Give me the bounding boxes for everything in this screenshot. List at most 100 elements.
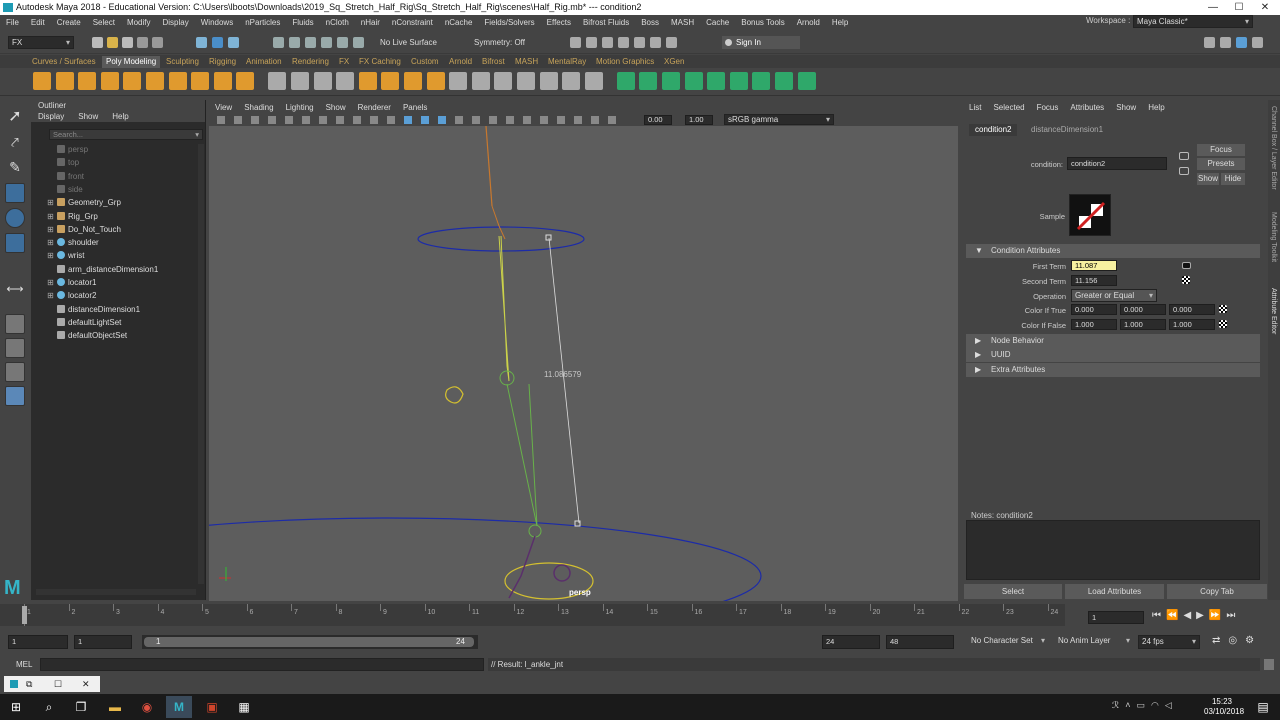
select-tool-icon[interactable]: ➚ xyxy=(5,108,25,128)
go-input-icon[interactable] xyxy=(1179,152,1189,160)
extrude-icon[interactable] xyxy=(358,72,377,90)
menu-arnold[interactable]: Arnold xyxy=(791,18,826,27)
command-input[interactable] xyxy=(40,658,484,671)
ae-select-button[interactable]: Select xyxy=(964,584,1062,599)
outliner-item-front[interactable]: front xyxy=(46,170,84,183)
shelf-tab-arnold[interactable]: Arnold xyxy=(445,56,476,68)
anim-start-field[interactable]: 1 xyxy=(74,635,132,649)
viewport-3d[interactable]: 11.086579 persp xyxy=(209,126,958,601)
ae-menu-attributes[interactable]: Attributes xyxy=(1064,103,1110,112)
first-term-connection-icon[interactable] xyxy=(1182,262,1191,269)
ae-menu-help[interactable]: Help xyxy=(1142,103,1170,112)
elbow-joint[interactable] xyxy=(499,370,515,386)
color-if-true-map-icon[interactable] xyxy=(1219,305,1227,313)
lasso-tool-icon[interactable]: ⤤ xyxy=(5,133,25,153)
render-setup-icon[interactable] xyxy=(634,37,645,48)
safe-action-icon[interactable] xyxy=(370,116,378,124)
gate-mask-icon[interactable] xyxy=(336,116,344,124)
xray-comp-icon[interactable] xyxy=(608,116,616,124)
viewport-menu-view[interactable]: View xyxy=(209,103,238,112)
color-if-false-b-field[interactable]: 1.000 xyxy=(1169,319,1215,330)
go-output-icon[interactable] xyxy=(1179,167,1189,175)
taskbar-search-icon[interactable]: ⌕ xyxy=(36,696,62,718)
exposure-field[interactable]: 0.00 xyxy=(644,115,672,125)
floating-restore-icon[interactable]: ⧉ xyxy=(26,676,32,692)
upper-arm-bone[interactable] xyxy=(498,235,510,382)
menu-effects[interactable]: Effects xyxy=(541,18,577,27)
four-view-layout-icon[interactable] xyxy=(5,338,25,358)
spherical-map-icon[interactable] xyxy=(684,72,703,90)
select-object-icon[interactable] xyxy=(212,37,223,48)
outliner-menu-help[interactable]: Help xyxy=(105,111,135,122)
planar-map-icon[interactable] xyxy=(639,72,658,90)
wireframe-icon[interactable] xyxy=(404,116,412,124)
menu-help[interactable]: Help xyxy=(826,18,854,27)
select-component-icon[interactable] xyxy=(228,37,239,48)
ao-icon[interactable] xyxy=(506,116,514,124)
collapse-icon[interactable] xyxy=(584,72,603,90)
windows-start-icon[interactable]: ⊞ xyxy=(3,696,29,718)
file-explorer-icon[interactable]: ▬ xyxy=(102,696,128,718)
merge-icon[interactable] xyxy=(562,72,581,90)
color-if-false-r-field[interactable]: 1.000 xyxy=(1071,319,1117,330)
camera-attr-icon[interactable] xyxy=(234,116,242,124)
distance-dimension-line[interactable] xyxy=(548,237,580,524)
symmetry-label[interactable]: Symmetry: Off xyxy=(474,38,525,47)
second-term-field[interactable]: 11.156 xyxy=(1071,275,1117,286)
shelf-tab-mash[interactable]: MASH xyxy=(511,56,542,68)
outliner-item-geometry-grp[interactable]: ⊞ Geometry_Grp xyxy=(46,196,121,209)
torus-icon[interactable] xyxy=(123,72,142,90)
scale-tool-icon[interactable] xyxy=(5,233,25,253)
shelf-tab-sculpting[interactable]: Sculpting xyxy=(162,56,203,68)
floating-maximize-icon[interactable]: ☐ xyxy=(54,676,62,692)
clock[interactable]: 15:23 03/10/2018 xyxy=(1204,697,1244,717)
time-slider-track[interactable]: 1 2 3 4 5 6 7 8 9 10 11 12 13 14 15 16 17 18 19 20 21 22 23 24 xyxy=(0,604,1065,626)
shelf-tab-fx[interactable]: FX xyxy=(335,56,353,68)
outliner-item-locator2[interactable]: ⊞ locator2 xyxy=(46,289,96,302)
quad-draw-icon[interactable] xyxy=(517,72,535,90)
forearm-bone[interactable] xyxy=(506,383,538,527)
pause-viewport-icon[interactable] xyxy=(666,37,677,48)
redo-icon[interactable] xyxy=(152,37,163,48)
script-editor-icon[interactable] xyxy=(1264,659,1274,670)
preferences-icon[interactable]: ⚙ xyxy=(1245,635,1262,646)
cylinder-icon[interactable] xyxy=(78,72,97,90)
calculator-icon[interactable]: ▦ xyxy=(231,696,257,718)
viewport-menu-show[interactable]: Show xyxy=(320,103,352,112)
cylindrical-map-icon[interactable] xyxy=(662,72,680,90)
cone-icon[interactable] xyxy=(100,72,119,90)
outliner-item-locator1[interactable]: ⊞ locator1 xyxy=(46,276,96,289)
menu-nconstraint[interactable]: nConstraint xyxy=(386,18,439,27)
expand-icon[interactable]: ⊞ xyxy=(46,249,55,262)
task-view-icon[interactable]: ❐ xyxy=(68,696,94,718)
field-chart-icon[interactable] xyxy=(353,116,361,124)
workspace-dropdown[interactable]: Maya Classic* xyxy=(1133,15,1253,28)
motion-blur-icon[interactable] xyxy=(523,116,531,124)
anim-layer-dropdown[interactable]: No Anim Layer xyxy=(1055,635,1133,649)
expand-icon[interactable]: ⊞ xyxy=(46,289,55,302)
lights-icon[interactable] xyxy=(472,116,480,124)
unfold-icon[interactable] xyxy=(775,72,793,90)
modeling-toolkit-icon[interactable] xyxy=(1204,37,1215,48)
ipr-render-icon[interactable] xyxy=(586,37,597,48)
rotate-tool-icon[interactable] xyxy=(5,208,25,228)
menu-modify[interactable]: Modify xyxy=(121,18,157,27)
expand-icon[interactable]: ⊞ xyxy=(46,276,55,289)
safe-title-icon[interactable] xyxy=(387,116,395,124)
side-tab-modeling-toolkit[interactable]: Modeling Toolkit xyxy=(1270,212,1277,262)
play-icon[interactable]: ▶ xyxy=(1196,610,1209,621)
outliner-menu-display[interactable]: Display xyxy=(31,111,71,122)
outliner-item-defaultlightset[interactable]: defaultLightSet xyxy=(46,316,121,329)
menu-fields-solvers[interactable]: Fields/Solvers xyxy=(478,18,540,27)
menu-nparticles[interactable]: nParticles xyxy=(239,18,286,27)
outliner-item-defaultobjectset[interactable]: defaultObjectSet xyxy=(46,329,127,342)
bevel-icon[interactable] xyxy=(404,72,422,90)
menu-cache[interactable]: Cache xyxy=(700,18,735,27)
fps-dropdown[interactable]: 24 fps xyxy=(1138,635,1200,649)
grid-icon[interactable] xyxy=(285,116,293,124)
node-name-field[interactable]: condition2 xyxy=(1067,157,1167,170)
outliner-menu-show[interactable]: Show xyxy=(71,111,105,122)
range-slider-track[interactable]: 1 24 xyxy=(142,635,478,649)
menu-windows[interactable]: Windows xyxy=(195,18,239,27)
target-weld-icon[interactable] xyxy=(471,72,490,90)
